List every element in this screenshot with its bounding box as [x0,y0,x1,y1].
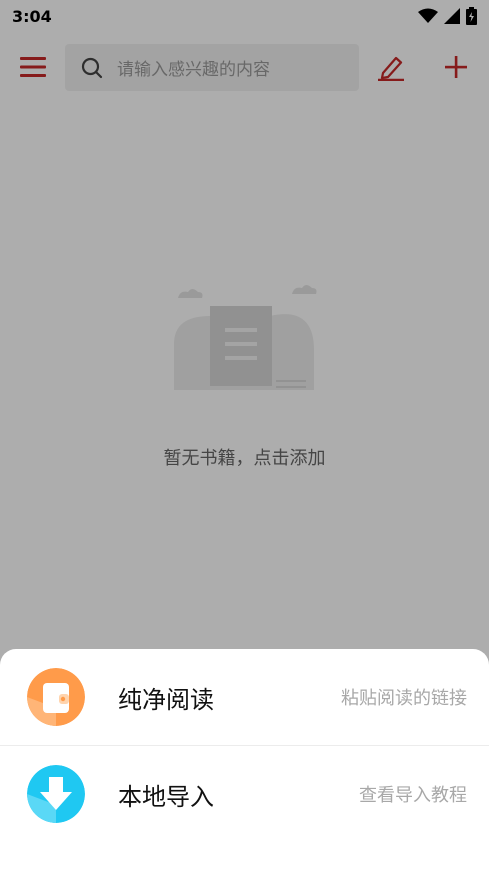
pure-read-icon [27,668,85,726]
sheet-item-pure-read[interactable]: 纯净阅读 粘贴阅读的链接 [0,649,489,745]
pure-read-hint: 粘贴阅读的链接 [341,688,467,709]
sheet-item-local-import[interactable]: 本地导入 查看导入教程 [0,746,489,842]
bottom-sheet: 纯净阅读 粘贴阅读的链接 本地导入 查看导入教程 [0,649,489,869]
download-icon [27,765,85,823]
local-import-hint: 查看导入教程 [359,785,467,806]
local-import-title: 本地导入 [118,782,214,811]
pure-read-title: 纯净阅读 [118,685,214,714]
